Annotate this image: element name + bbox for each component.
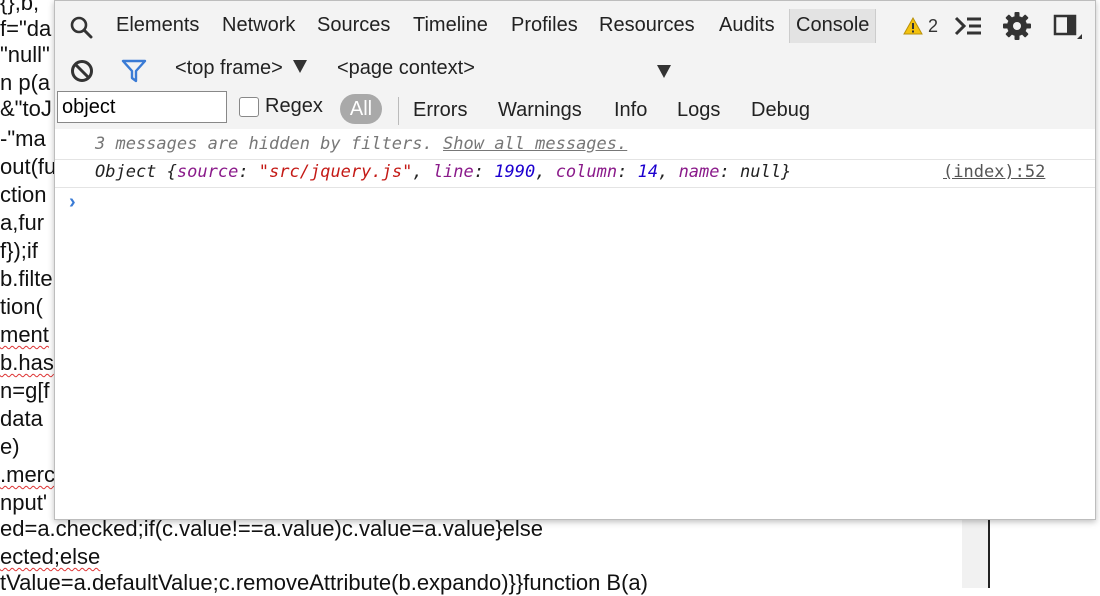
code-line: tValue=a.defaultValue;c.removeAttribute(… — [0, 570, 648, 595]
tab-elements[interactable]: Elements — [116, 14, 199, 37]
console-filter-bar: Regex All Errors Warnings Info Logs Debu… — [55, 91, 1095, 130]
filter-info[interactable]: Info — [614, 99, 647, 122]
divider — [398, 97, 399, 125]
context-selector-label: <page context> — [337, 57, 475, 79]
filter-icon[interactable] — [121, 58, 147, 84]
console-drawer-icon[interactable] — [953, 13, 983, 39]
frame-selector[interactable]: <top frame> — [175, 57, 307, 80]
console-messages: 3 messages are hidden by filters. Show a… — [55, 129, 1095, 519]
tab-timeline[interactable]: Timeline — [413, 14, 488, 37]
gear-icon[interactable] — [1003, 12, 1031, 40]
hidden-messages-text: 3 messages are hidden by filters. — [95, 134, 433, 154]
chevron-down-icon — [292, 60, 307, 73]
object-suffix: } — [780, 162, 792, 182]
filter-warnings[interactable]: Warnings — [498, 99, 582, 122]
tab-profiles[interactable]: Profiles — [511, 14, 578, 37]
tab-audits[interactable]: Audits — [719, 14, 775, 37]
source-location-link[interactable]: (index):52 — [943, 162, 1045, 182]
object-key: line — [432, 162, 474, 182]
code-line: &"toJ — [0, 96, 52, 121]
object-value: null — [740, 162, 781, 182]
code-line: ction — [0, 182, 47, 207]
warnings-count: 2 — [928, 16, 939, 36]
tab-network[interactable]: Network — [222, 14, 295, 37]
filter-logs[interactable]: Logs — [677, 99, 720, 122]
search-icon[interactable] — [69, 15, 93, 39]
console-toolbar: <top frame> <page context> — [55, 51, 1095, 92]
console-log-object[interactable]: Object {source: "src/jquery.js", line: 1… — [95, 162, 791, 182]
code-line: nput' — [0, 490, 48, 515]
filter-input[interactable] — [57, 91, 227, 123]
object-key: source — [176, 162, 239, 182]
filter-debug[interactable]: Debug — [751, 99, 810, 122]
context-selector[interactable]: <page context> — [337, 57, 475, 80]
code-line: b.filte — [0, 266, 53, 291]
code-line: n=g[f — [0, 378, 50, 403]
divider — [55, 159, 1095, 160]
object-value: "src/jquery.js" — [258, 162, 413, 182]
code-line: out(fu — [0, 154, 57, 179]
object-value: 1990 — [494, 162, 536, 182]
regex-checkbox[interactable] — [239, 97, 259, 117]
object-key: name — [678, 162, 720, 182]
show-all-messages-link[interactable]: Show all messages. — [443, 134, 627, 154]
warnings-counter[interactable]: 2 — [903, 16, 938, 37]
dock-side-icon[interactable] — [1053, 13, 1083, 41]
frame-selector-label: <top frame> — [175, 57, 283, 79]
tab-console[interactable]: Console — [789, 9, 877, 43]
object-prefix: Object { — [95, 162, 177, 182]
devtools-window: Elements Network Sources Timeline Profil… — [54, 0, 1096, 520]
code-line: f="da — [0, 16, 52, 41]
devtools-tab-bar: Elements Network Sources Timeline Profil… — [55, 1, 1095, 52]
code-line: ment — [0, 322, 49, 347]
tab-sources[interactable]: Sources — [317, 14, 390, 37]
warning-icon — [903, 16, 923, 35]
code-line: {},b, — [0, 0, 40, 15]
console-prompt-icon[interactable]: › — [69, 191, 76, 214]
chevron-down-icon[interactable] — [657, 65, 671, 78]
filter-errors[interactable]: Errors — [413, 99, 467, 122]
object-key: column — [555, 162, 618, 182]
object-value: 14 — [637, 162, 659, 182]
regex-label[interactable]: Regex — [265, 95, 323, 118]
code-line: ected;else — [0, 544, 101, 569]
code-line: n p(a — [0, 70, 51, 95]
tab-resources[interactable]: Resources — [599, 14, 695, 37]
code-line: .merc — [0, 462, 55, 487]
code-line: e) — [0, 434, 20, 459]
divider — [55, 187, 1095, 188]
code-line: f});if — [0, 238, 38, 263]
code-line: b.has — [0, 350, 54, 375]
code-line: data — [0, 406, 43, 431]
code-line: a,fur — [0, 210, 45, 235]
code-line: tion( — [0, 294, 43, 319]
code-line: -"ma — [0, 126, 46, 151]
code-line: "null" — [0, 42, 50, 67]
clear-console-icon[interactable] — [69, 58, 95, 84]
filter-all-button[interactable]: All — [340, 94, 382, 124]
hidden-messages-notice: 3 messages are hidden by filters. Show a… — [95, 134, 627, 154]
